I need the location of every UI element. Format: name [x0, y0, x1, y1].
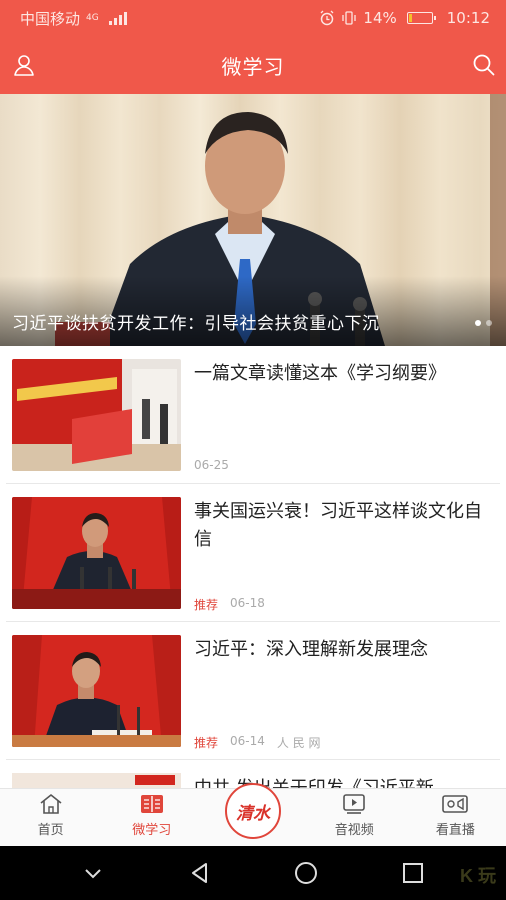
- news-title: 习近平：深入理解新发展理念: [194, 639, 428, 660]
- nav-recents-button[interactable]: [393, 853, 433, 893]
- tab-audio-video[interactable]: 音视频: [304, 789, 405, 846]
- nav-collapse-button[interactable]: [73, 853, 113, 893]
- camera-icon: [442, 795, 469, 813]
- seal-icon[interactable]: 清水: [225, 783, 281, 839]
- tab-micro-learning[interactable]: 微学习: [101, 789, 202, 846]
- status-bar: 中国移动 4G 14% 10:12: [0, 0, 506, 36]
- carousel-dot: [486, 320, 492, 326]
- alarm-icon: [320, 10, 334, 26]
- news-date: 06-25: [194, 458, 229, 472]
- clock-time: 10:12: [446, 9, 490, 27]
- carousel-dot-active: [475, 320, 481, 326]
- hero-caption: 习近平谈扶贫开发工作：引导社会扶贫重心下沉: [12, 314, 380, 334]
- battery-icon: [406, 12, 436, 24]
- system-nav-bar: [0, 846, 506, 900]
- signal-icon: [108, 11, 127, 25]
- app-header: 微学习: [0, 36, 506, 94]
- vibrate-icon: [342, 11, 357, 25]
- news-thumbnail: [12, 773, 181, 788]
- tab-live[interactable]: 看直播: [405, 789, 506, 846]
- hero-banner[interactable]: 习近平谈扶贫开发工作：引导社会扶贫重心下沉: [0, 94, 506, 346]
- user-icon: [14, 55, 34, 76]
- list-item[interactable]: 习近平：深入理解新发展理念 推荐 06-14 人 民 网: [6, 622, 500, 760]
- battery-percent: 14%: [363, 9, 397, 27]
- news-source: 人 民 网: [276, 736, 321, 750]
- user-button[interactable]: [10, 51, 38, 79]
- book-icon: [140, 795, 163, 813]
- status-right: 14% 10:12: [319, 9, 490, 27]
- bottom-tab-bar: 首页 微学习 清水 音视频 看直播: [0, 783, 506, 846]
- recommend-tag: 推荐: [194, 736, 219, 750]
- tab-label: 首页: [37, 823, 64, 838]
- news-thumbnail: [12, 359, 181, 471]
- tab-home[interactable]: 首页: [0, 789, 101, 846]
- news-date: 06-18: [230, 596, 265, 610]
- home-icon: [40, 794, 62, 814]
- tab-label: 音视频: [334, 823, 374, 838]
- news-list: 一篇文章读懂这本《学习纲要》 06-25 事关国运兴衰！习近平这样谈文化自信 推…: [0, 346, 506, 760]
- back-triangle-icon: [191, 863, 207, 883]
- nav-back-button[interactable]: [180, 853, 220, 893]
- video-play-icon: [343, 794, 366, 814]
- carousel-indicator: [475, 320, 492, 326]
- tab-label: 看直播: [435, 823, 475, 838]
- search-icon: [473, 54, 495, 76]
- status-left: 中国移动 4G: [20, 8, 127, 29]
- home-circle-icon: [295, 862, 318, 884]
- recents-square-icon: [402, 863, 423, 883]
- list-item[interactable]: 一篇文章读懂这本《学习纲要》 06-25: [6, 346, 500, 484]
- list-item[interactable]: 事关国运兴衰！习近平这样谈文化自信 推荐 06-18: [6, 484, 500, 622]
- carrier-name: 中国移动: [20, 9, 81, 28]
- chevron-down-icon: [85, 869, 101, 879]
- watermark-logo: K 玩: [460, 866, 496, 886]
- nav-home-button[interactable]: [286, 853, 326, 893]
- news-title: 中共 发出关于印发《习近平新: [194, 774, 434, 788]
- page-title: 微学习: [221, 54, 285, 79]
- news-date: 06-14: [230, 734, 265, 748]
- news-title: 一篇文章读懂这本《学习纲要》: [194, 363, 446, 384]
- news-thumbnail: [12, 635, 181, 747]
- news-thumbnail: [12, 497, 181, 609]
- network-type: 4G: [86, 12, 99, 23]
- news-meta: 推荐 06-14 人 民 网: [194, 734, 321, 751]
- news-meta: 06-25: [194, 458, 229, 472]
- news-meta: 推荐 06-18: [194, 596, 265, 613]
- search-button[interactable]: [470, 51, 498, 79]
- news-title: 事关国运兴衰！习近平这样谈文化自信: [194, 501, 482, 550]
- tab-center[interactable]: 清水: [202, 783, 303, 846]
- tab-label: 微学习: [132, 823, 172, 838]
- recommend-tag: 推荐: [194, 598, 219, 612]
